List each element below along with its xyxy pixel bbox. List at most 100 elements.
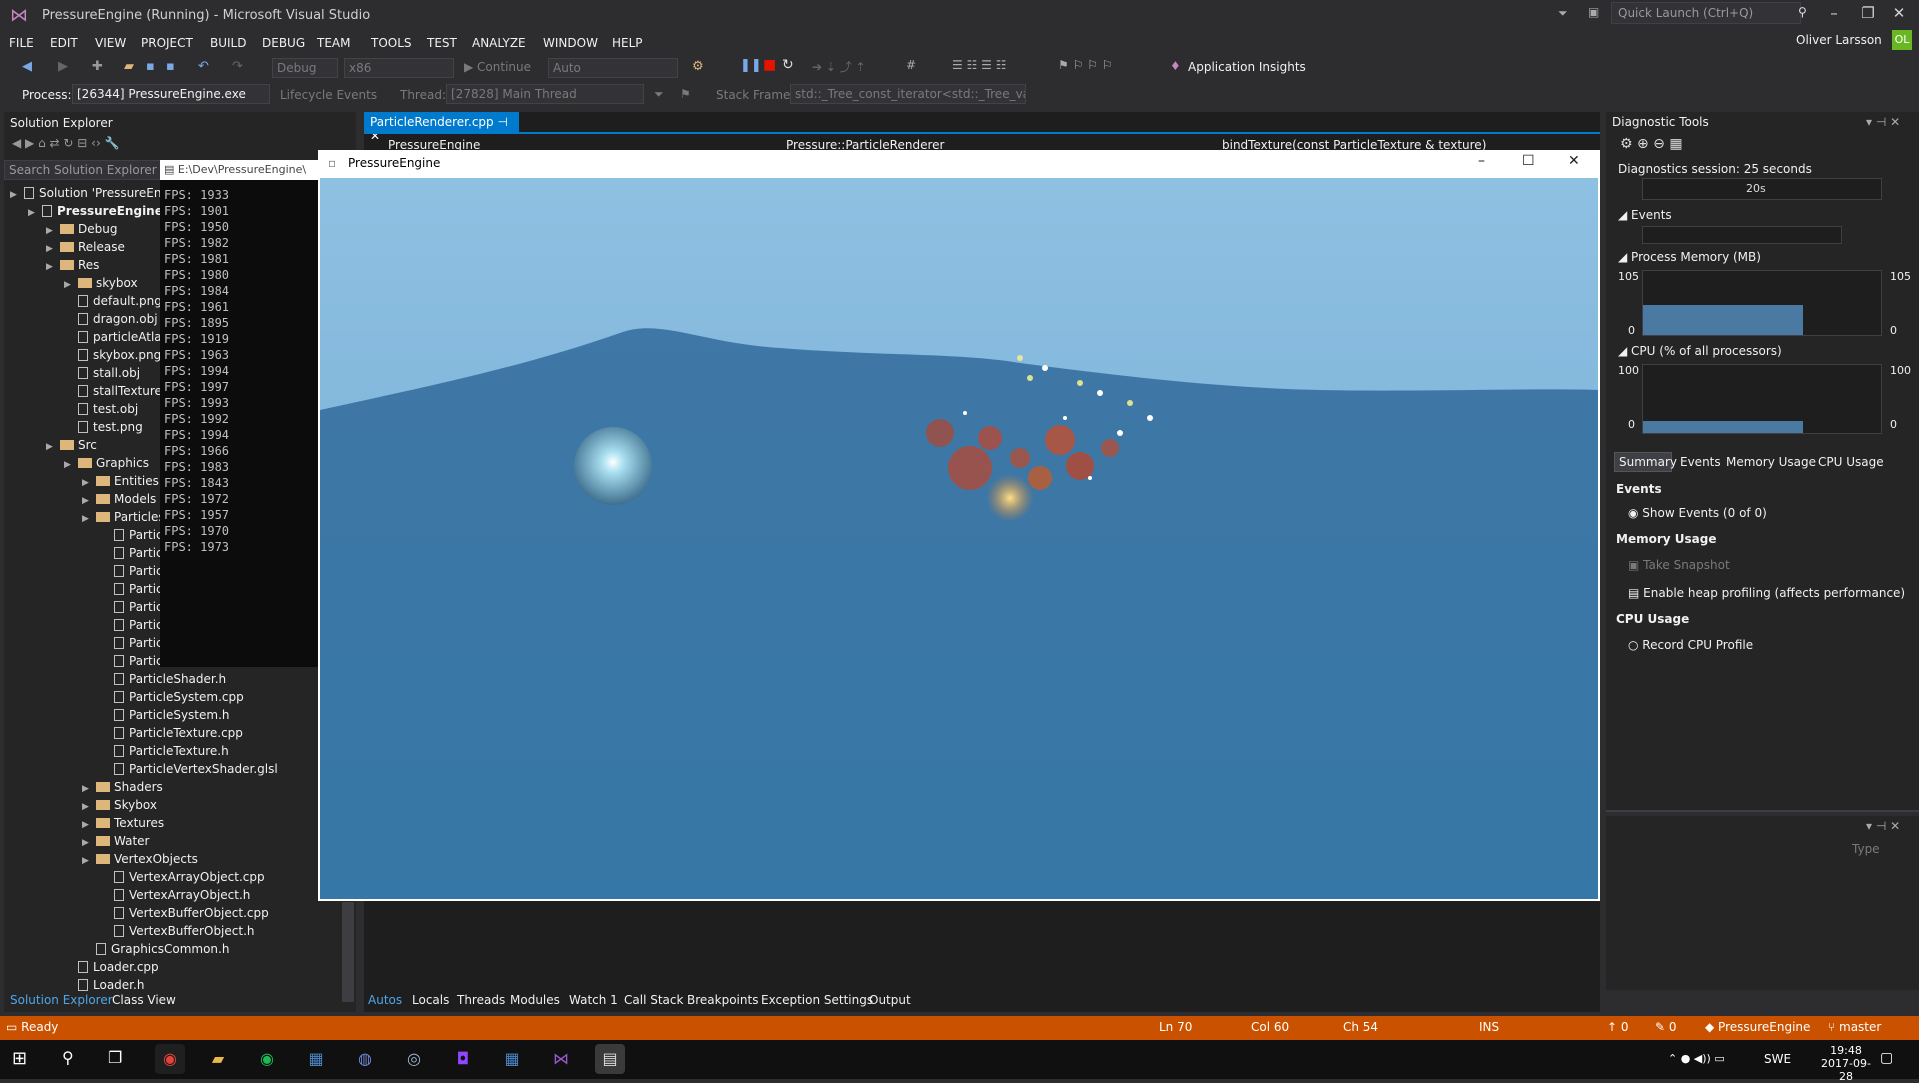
filter-icon[interactable]: ⏷ bbox=[654, 87, 664, 102]
tab-particlerenderer[interactable]: ParticleRenderer.cpp ⊣ ✕ bbox=[364, 112, 519, 143]
expand-arrow-icon[interactable]: ▶ bbox=[46, 258, 60, 276]
tree-item[interactable]: Loader.cpp bbox=[64, 958, 159, 976]
tree-item[interactable]: GraphicsCommon.h bbox=[82, 940, 229, 958]
pause-icon[interactable]: ❚❚ bbox=[740, 58, 762, 73]
solution-search-input[interactable]: Search Solution Explorer (Ctr bbox=[4, 160, 174, 180]
tree-item[interactable]: test.obj bbox=[64, 400, 138, 418]
tree-item[interactable]: ▶ Particles bbox=[82, 508, 165, 526]
steam-icon[interactable]: ◎ bbox=[399, 1044, 429, 1074]
tree-item[interactable]: particleAtlas. bbox=[64, 328, 172, 346]
tree-item[interactable]: Particl bbox=[100, 562, 166, 580]
tree-item[interactable]: ▶ Graphics bbox=[64, 454, 149, 472]
user-name[interactable]: Oliver Larsson bbox=[1796, 33, 1882, 47]
tree-item[interactable]: ▶ Src bbox=[46, 436, 97, 454]
console-title[interactable]: ▤ E:\Dev\PressureEngine\ bbox=[160, 160, 320, 180]
tab-autos[interactable]: Autos bbox=[368, 993, 402, 1007]
tab-memory-usage[interactable]: Memory Usage bbox=[1726, 455, 1816, 469]
lifecycle-events-button[interactable]: Lifecycle Events bbox=[280, 88, 377, 102]
restart-icon[interactable]: ↻ bbox=[782, 57, 794, 73]
tree-item[interactable]: ▶ VertexObjects bbox=[82, 850, 198, 868]
tray-icons[interactable]: ⌃ ● ◀)) ▭ bbox=[1668, 1052, 1725, 1065]
back-icon[interactable]: ◀ bbox=[22, 59, 32, 74]
tree-item[interactable]: Particl bbox=[100, 598, 166, 616]
task-view-icon[interactable]: ❐ bbox=[108, 1048, 122, 1067]
collapse-icon[interactable]: ⊟ bbox=[77, 136, 91, 150]
tree-scrollbar[interactable] bbox=[342, 902, 354, 1002]
auto-select[interactable]: Auto bbox=[548, 58, 678, 78]
clock[interactable]: 19:48 2017-09-28 bbox=[1816, 1044, 1876, 1083]
repository[interactable]: ◆ PressureEngine bbox=[1705, 1020, 1810, 1034]
tab-summary[interactable]: Summary bbox=[1614, 452, 1677, 472]
forward-icon[interactable]: ▶ bbox=[25, 136, 38, 150]
notifications-icon[interactable]: ▢ bbox=[1880, 1050, 1893, 1066]
save-icon[interactable]: ▪ bbox=[146, 59, 155, 74]
tab-locals[interactable]: Locals bbox=[412, 993, 449, 1007]
expand-arrow-icon[interactable]: ▶ bbox=[82, 510, 96, 528]
maximize-button[interactable]: ☐ bbox=[1522, 153, 1535, 169]
pressure-engine-taskbar-icon[interactable]: ▤ bbox=[595, 1044, 625, 1074]
tree-item[interactable]: stallTexture.p bbox=[64, 382, 173, 400]
app-icon[interactable]: ▦ bbox=[301, 1044, 331, 1074]
minimize-button[interactable]: – bbox=[1478, 153, 1485, 169]
tree-item[interactable]: ▶ Skybox bbox=[82, 796, 157, 814]
spotify-icon[interactable]: ◉ bbox=[252, 1044, 282, 1074]
home-icon[interactable]: ⌂ bbox=[38, 136, 49, 150]
menu-debug[interactable]: DEBUG bbox=[262, 32, 305, 54]
tree-item[interactable]: VertexBufferObject.cpp bbox=[100, 904, 269, 922]
collapse-icon[interactable]: ◢ bbox=[1618, 344, 1631, 358]
code-icon[interactable]: ‹› bbox=[91, 136, 104, 150]
new-project-icon[interactable]: ✚ bbox=[92, 59, 103, 74]
redo-icon[interactable]: ↷ bbox=[232, 59, 243, 74]
take-snapshot-button[interactable]: ▣ Take Snapshot bbox=[1628, 558, 1730, 572]
tree-item[interactable]: Particl bbox=[100, 526, 166, 544]
tree-item[interactable]: ▶ Solution 'PressureEngin bbox=[10, 184, 180, 202]
avatar[interactable]: OL bbox=[1892, 30, 1912, 50]
search-icon[interactable]: ⚲ bbox=[62, 1048, 74, 1067]
twitch-icon[interactable]: ◘ bbox=[448, 1044, 478, 1074]
filter-icon[interactable]: ⏷ bbox=[1558, 6, 1568, 21]
stack-frame-select[interactable]: std::_Tree_const_iterator<std::_Tree_val… bbox=[790, 84, 1026, 104]
menu-project[interactable]: PROJECT bbox=[141, 32, 193, 54]
tree-item[interactable]: Particl bbox=[100, 652, 166, 670]
menu-team[interactable]: TEAM bbox=[317, 32, 350, 54]
menu-help[interactable]: HELP bbox=[612, 32, 643, 54]
tree-item[interactable]: test.png bbox=[64, 418, 143, 436]
tree-item[interactable]: Particl bbox=[100, 616, 166, 634]
tree-item[interactable]: ▶ Release bbox=[46, 238, 125, 256]
tree-item[interactable]: ParticleVertexShader.glsl bbox=[100, 760, 278, 778]
stop-icon[interactable]: ■ bbox=[763, 57, 776, 73]
tree-item[interactable]: ▶ Entities bbox=[82, 472, 159, 490]
panel-pin-icons[interactable]: ▾ ⊣ ✕ bbox=[1866, 819, 1900, 833]
tree-item[interactable]: Particl bbox=[100, 634, 166, 652]
solution-config-select[interactable]: Debug bbox=[272, 58, 338, 78]
file-explorer-icon[interactable]: ▰ bbox=[203, 1044, 233, 1074]
thread-select[interactable]: [27828] Main Thread bbox=[446, 84, 644, 104]
tree-item[interactable]: ▶ Res bbox=[46, 256, 99, 274]
forward-icon[interactable]: ▶ bbox=[58, 59, 68, 74]
continue-button[interactable]: ▶ Continue bbox=[464, 60, 531, 74]
back-icon[interactable]: ◀ bbox=[12, 136, 25, 150]
tree-item[interactable]: ▶ skybox bbox=[64, 274, 138, 292]
collapse-icon[interactable]: ◢ bbox=[1618, 208, 1631, 222]
tab-call-stack[interactable]: Call Stack bbox=[624, 993, 683, 1007]
menu-analyze[interactable]: ANALYZE bbox=[472, 32, 526, 54]
type-column-header[interactable]: Type bbox=[1852, 842, 1880, 856]
menu-test[interactable]: TEST bbox=[427, 32, 457, 54]
sync-icon[interactable]: ⇄ bbox=[50, 136, 64, 150]
tab-exception-settings[interactable]: Exception Settings bbox=[761, 993, 873, 1007]
tree-item[interactable]: ParticleShader.h bbox=[100, 670, 226, 688]
close-button[interactable]: ✕ bbox=[1568, 153, 1580, 169]
tree-item[interactable]: skybox.png bbox=[64, 346, 161, 364]
menu-view[interactable]: VIEW bbox=[95, 32, 126, 54]
tree-item[interactable]: VertexArrayObject.h bbox=[100, 886, 250, 904]
feedback-icon[interactable]: ▣ bbox=[1588, 5, 1599, 19]
language-indicator[interactable]: SWE bbox=[1764, 1052, 1791, 1066]
close-button[interactable]: ✕ bbox=[1876, 0, 1919, 28]
show-events-link[interactable]: ◉ Show Events (0 of 0) bbox=[1628, 506, 1767, 520]
flag-icon[interactable]: ⚑ bbox=[680, 87, 691, 101]
tree-item[interactable]: ▶ Debug bbox=[46, 220, 117, 238]
tree-item[interactable]: ParticleTexture.cpp bbox=[100, 724, 243, 742]
tree-item[interactable]: default.png bbox=[64, 292, 162, 310]
record-cpu-button[interactable]: ○ Record CPU Profile bbox=[1628, 638, 1753, 652]
wrench-icon[interactable]: 🔧 bbox=[105, 136, 120, 150]
